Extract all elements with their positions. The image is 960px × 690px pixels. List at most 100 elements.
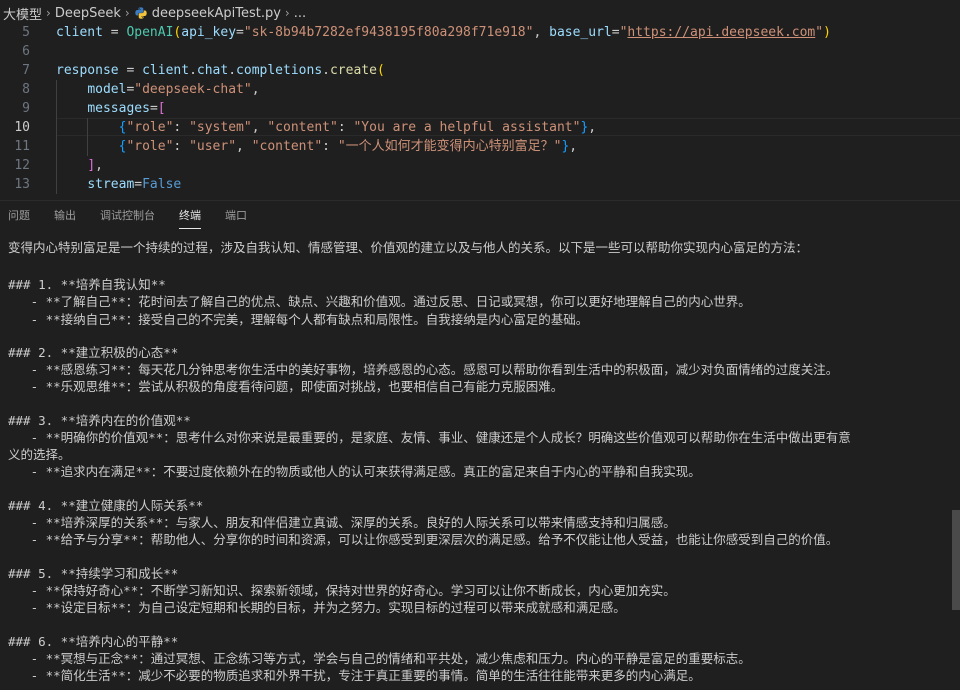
terminal-line: - **感恩练习**：每天花几分钟思考你生活中的美好事物，培养感恩的心态。感恩可… — [8, 362, 839, 377]
code-token: . — [228, 63, 237, 78]
code-token: = — [611, 25, 620, 40]
code-line[interactable]: 11 {"role": "user", "content": "一个人如何才能变… — [0, 137, 960, 156]
indent-guide — [87, 118, 89, 137]
code-token: [ — [157, 101, 166, 116]
panel-tab-bar: 问题 输出 调试控制台 终端 端口 — [0, 200, 960, 229]
breadcrumb-item-file[interactable]: deepseekApiTest.py — [152, 6, 281, 21]
code-text: {"role": "system", "content": "You are a… — [56, 118, 596, 137]
terminal-line: ### 5. **持续学习和成长** — [8, 566, 179, 581]
code-token: ( — [376, 63, 385, 78]
code-line[interactable]: 10 {"role": "system", "content": "You ar… — [0, 118, 960, 137]
terminal-line: - **明确你的价值观**：思考什么对你来说是最重要的，是家庭、友情、事业、健康… — [8, 430, 851, 445]
tab-debug-console[interactable]: 调试控制台 — [100, 207, 155, 223]
code-line[interactable]: 6 — [0, 42, 960, 61]
chevron-right-icon: › — [46, 6, 51, 20]
code-token: , — [251, 82, 260, 97]
line-number: 7 — [22, 63, 30, 78]
indent-guide — [87, 137, 89, 156]
indent-guide — [56, 137, 57, 156]
code-token: chat — [196, 63, 229, 78]
code-token: completions — [236, 63, 323, 78]
code-line[interactable]: 5 client = OpenAI(api_key="sk-8b94b7282ef… — [0, 23, 960, 42]
code-token: api_key — [181, 25, 237, 40]
code-token: , — [569, 139, 578, 154]
indent-guide — [56, 175, 57, 194]
code-token: , — [533, 25, 550, 40]
vscode-window: 大模型 › DeepSeek › deepseekApiTest.py › ..… — [0, 0, 960, 690]
tab-terminal[interactable]: 终端 — [179, 207, 201, 229]
code-token: = — [134, 177, 143, 192]
line-number: 11 — [14, 139, 30, 154]
code-text: client = OpenAI(api_key="sk-8b94b7282ef9… — [56, 23, 831, 42]
terminal-line: ### 1. **培养自我认知** — [8, 277, 166, 292]
code-token: = — [149, 101, 158, 116]
code-text: ], — [56, 156, 103, 175]
code-token: ) — [823, 25, 831, 40]
code-token: . — [189, 63, 197, 78]
code-token: create — [329, 63, 377, 78]
terminal-line: ### 6. **培养内心的平静** — [8, 634, 179, 649]
line-number: 12 — [14, 158, 30, 173]
line-number: 8 — [22, 82, 30, 97]
code-token: , — [95, 158, 103, 173]
code-token: : — [173, 120, 190, 135]
code-token: response — [56, 63, 119, 78]
line-number: 9 — [22, 101, 30, 116]
code-text: messages=[ — [56, 99, 166, 118]
terminal-line: ### 3. **培养内在的价值观** — [8, 413, 191, 428]
tab-output[interactable]: 输出 — [54, 207, 76, 223]
tab-ports[interactable]: 端口 — [225, 207, 247, 223]
code-token: " — [815, 25, 824, 40]
code-editor[interactable]: 5 client = OpenAI(api_key="sk-8b94b7282ef… — [0, 22, 960, 194]
tab-problems[interactable]: 问题 — [8, 207, 30, 223]
indent-guide — [56, 99, 57, 118]
terminal-line: - **培养深厚的关系**：与家人、朋友和伴侣建立真诚、深厚的关系。良好的人际关… — [8, 515, 676, 530]
code-token: . — [322, 63, 330, 78]
code-token: https://api.deepseek.com — [627, 25, 816, 40]
terminal-scrollbar-thumb[interactable] — [952, 510, 960, 610]
terminal-scrollbar-track[interactable] — [952, 230, 960, 690]
line-number: 5 — [22, 25, 30, 40]
code-token: model — [87, 82, 127, 97]
code-token: "system" — [189, 120, 252, 135]
code-token: : — [173, 139, 190, 154]
code-token: = — [102, 25, 127, 40]
terminal-output[interactable]: 变得内心特别富足是一个持续的过程，涉及自我认知、情感管理、价值观的建立以及与他人… — [0, 230, 952, 690]
code-token: stream — [87, 177, 135, 192]
terminal-line: - **冥想与正念**：通过冥想、正念练习等方式，学会与自己的情绪和平共处，减少… — [8, 651, 751, 666]
breadcrumb-item-folder-root[interactable]: 大模型 — [3, 4, 42, 23]
code-line[interactable]: 13 stream=False — [0, 175, 960, 194]
line-number: 13 — [14, 177, 30, 192]
code-token: "一个人如何才能变得内心特别富足？" — [337, 139, 562, 154]
breadcrumb-item-folder-deepseek[interactable]: DeepSeek — [55, 6, 121, 21]
code-token: = — [118, 63, 143, 78]
code-line[interactable]: 8 model="deepseek-chat", — [0, 80, 960, 99]
code-token: "deepseek-chat" — [134, 82, 252, 97]
code-token: base_url — [549, 25, 612, 40]
code-line[interactable]: 7 response = client.chat.completions.crea… — [0, 61, 960, 80]
terminal-line: ### 4. **建立健康的人际关系** — [8, 498, 204, 513]
code-line[interactable]: 9 messages=[ — [0, 99, 960, 118]
indent-guide — [56, 156, 57, 175]
code-line[interactable]: 12 ], — [0, 156, 960, 175]
code-token: , — [588, 120, 597, 135]
code-token: ] — [87, 158, 96, 173]
chevron-right-icon: › — [124, 6, 130, 20]
code-token: "sk-8b94b7282ef9438195f80a298f71e918" — [243, 25, 534, 40]
indent-guide — [56, 118, 57, 137]
code-token: False — [142, 177, 182, 192]
code-text: {"role": "user", "content": "一个人如何才能变得内心… — [56, 137, 578, 156]
code-token: , — [251, 120, 268, 135]
code-text: response = client.chat.completions.creat… — [56, 61, 385, 80]
terminal-line: - **保持好奇心**：不断学习新知识、探索新领域，保持对世界的好奇心。学习可以… — [8, 583, 676, 598]
code-token: "You are a helpful assistant" — [353, 120, 581, 135]
chevron-right-icon: › — [284, 6, 290, 20]
code-token: "content" — [267, 120, 338, 135]
code-token: "content" — [251, 139, 323, 154]
indent-guide — [56, 80, 57, 99]
breadcrumb-item-symbol[interactable]: ... — [294, 6, 306, 21]
code-token: : — [322, 139, 338, 154]
